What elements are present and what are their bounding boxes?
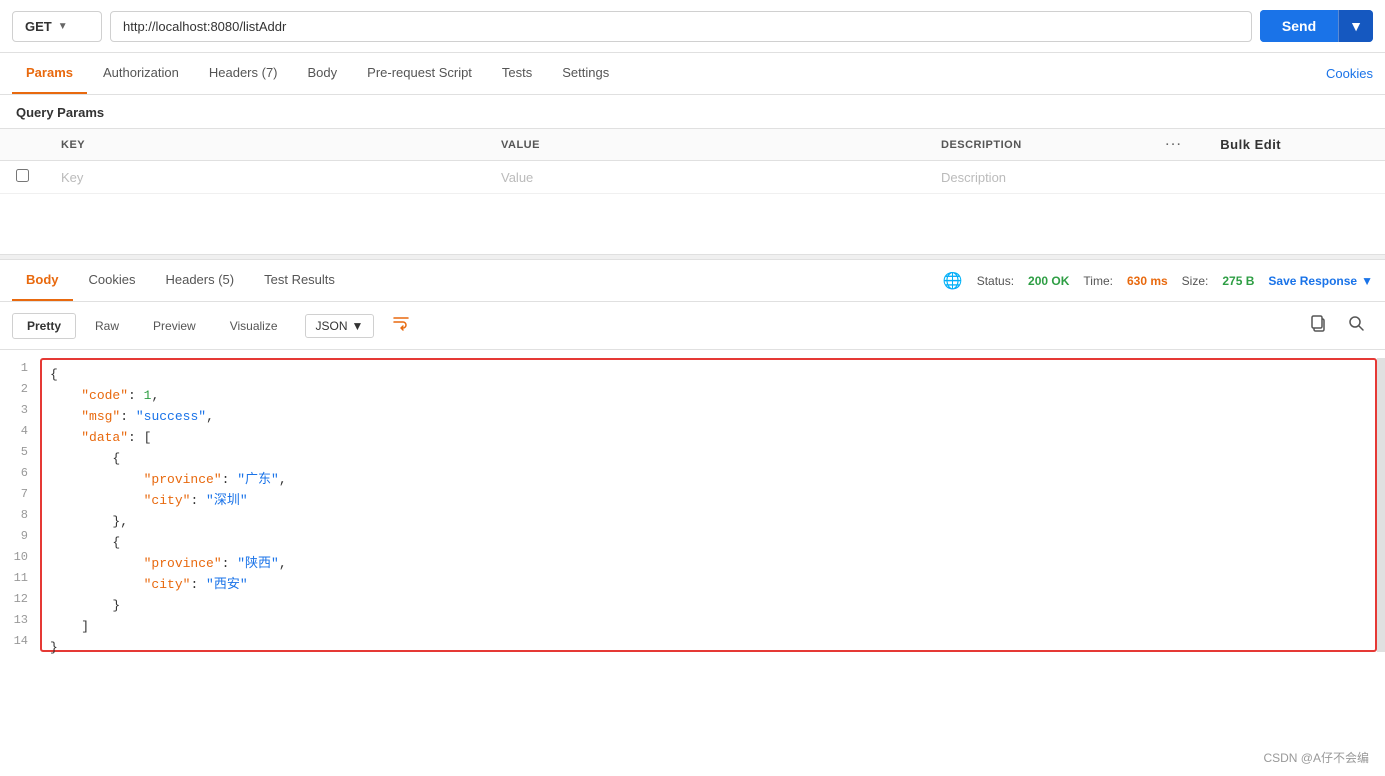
url-bar: GET ▼ Send ▼: [0, 0, 1385, 53]
tab-settings[interactable]: Settings: [548, 53, 623, 94]
bulk-edit-header[interactable]: Bulk Edit: [1204, 129, 1385, 161]
code-content: { "code": 1, "msg": "success", "data": […: [40, 358, 1377, 652]
request-empty-space: [0, 194, 1385, 254]
line-num: 13: [12, 610, 28, 631]
code-line-8: },: [50, 511, 1367, 532]
line-num: 2: [12, 379, 28, 400]
params-table: KEY VALUE DESCRIPTION ··· Bulk Edit Key …: [0, 128, 1385, 194]
cookies-link[interactable]: Cookies: [1326, 66, 1373, 81]
save-response-chevron-icon: ▼: [1361, 274, 1373, 288]
tabs-right: Cookies: [1326, 66, 1373, 81]
col-desc-header: DESCRIPTION: [925, 129, 1144, 161]
size-label: Size:: [1182, 274, 1209, 288]
watermark: CSDN @A仔不会编: [1263, 749, 1369, 766]
code-line-10: "province": "陕西",: [50, 553, 1367, 574]
line-num: 1: [12, 358, 28, 379]
send-dropdown-button[interactable]: ▼: [1338, 10, 1373, 42]
line-num: 12: [12, 589, 28, 610]
method-chevron-icon: ▼: [58, 21, 68, 32]
search-button[interactable]: [1339, 310, 1373, 341]
format-bar: Pretty Raw Preview Visualize JSON ▼: [0, 302, 1385, 350]
format-bar-right: [1301, 310, 1373, 341]
request-tabs-bar: Params Authorization Headers (7) Body Pr…: [0, 53, 1385, 95]
response-status: 🌐 Status: 200 OK Time: 630 ms Size: 275 …: [943, 271, 1373, 291]
line-num: 14: [12, 631, 28, 652]
col-actions-header: ···: [1144, 129, 1204, 161]
more-icon[interactable]: ···: [1166, 139, 1183, 151]
response-tab-test-results[interactable]: Test Results: [250, 260, 349, 301]
code-line-12: }: [50, 595, 1367, 616]
tab-tests[interactable]: Tests: [488, 53, 546, 94]
table-row: Key Value Description: [0, 161, 1385, 194]
code-line-9: {: [50, 532, 1367, 553]
format-tab-preview[interactable]: Preview: [138, 313, 211, 339]
method-selector[interactable]: GET ▼: [12, 11, 102, 42]
format-icons: [386, 310, 416, 341]
response-tab-headers[interactable]: Headers (5): [151, 260, 248, 301]
save-response-label: Save Response: [1268, 274, 1357, 288]
row-bulk: [1204, 161, 1385, 194]
url-input[interactable]: [110, 11, 1252, 42]
tab-headers[interactable]: Headers (7): [195, 53, 292, 94]
json-format-selector[interactable]: JSON ▼: [305, 314, 375, 338]
send-button-group: Send ▼: [1260, 10, 1373, 42]
line-num: 4: [12, 421, 28, 442]
format-tab-raw[interactable]: Raw: [80, 313, 134, 339]
col-value-header: VALUE: [485, 129, 925, 161]
line-num: 11: [12, 568, 28, 589]
time-value: 630 ms: [1127, 274, 1168, 288]
code-line-14: }: [50, 637, 1367, 658]
status-label: Status:: [977, 274, 1014, 288]
tab-params[interactable]: Params: [12, 53, 87, 94]
line-num: 7: [12, 484, 28, 505]
row-key[interactable]: Key: [45, 161, 485, 194]
response-tabs-bar: Body Cookies Headers (5) Test Results 🌐 …: [0, 260, 1385, 302]
line-num: 10: [12, 547, 28, 568]
status-code: 200 OK: [1028, 274, 1069, 288]
format-tab-visualize[interactable]: Visualize: [215, 313, 293, 339]
row-checkbox[interactable]: [16, 169, 29, 182]
code-line-4: "data": [: [50, 427, 1367, 448]
scrollbar[interactable]: [1377, 358, 1385, 652]
code-line-3: "msg": "success",: [50, 406, 1367, 427]
wrap-lines-icon[interactable]: [386, 310, 416, 341]
copy-button[interactable]: [1301, 310, 1335, 341]
send-button[interactable]: Send: [1260, 10, 1338, 42]
code-line-2: "code": 1,: [50, 385, 1367, 406]
code-line-6: "province": "广东",: [50, 469, 1367, 490]
format-tab-pretty[interactable]: Pretty: [12, 313, 76, 339]
response-tab-body[interactable]: Body: [12, 260, 73, 301]
row-actions: [1144, 161, 1204, 194]
save-response-button[interactable]: Save Response ▼: [1268, 274, 1373, 288]
time-label: Time:: [1083, 274, 1113, 288]
response-tab-cookies[interactable]: Cookies: [75, 260, 150, 301]
col-key-header: KEY: [45, 129, 485, 161]
code-line-1: {: [50, 364, 1367, 385]
globe-icon: 🌐: [943, 271, 963, 291]
tab-body[interactable]: Body: [294, 53, 352, 94]
line-numbers: 1 2 3 4 5 6 7 8 9 10 11 12 13 14: [0, 358, 40, 652]
json-selector-chevron-icon: ▼: [352, 319, 364, 333]
line-num: 8: [12, 505, 28, 526]
query-params-label: Query Params: [0, 95, 1385, 128]
json-selector-label: JSON: [316, 319, 348, 333]
size-value: 275 B: [1222, 274, 1254, 288]
row-value[interactable]: Value: [485, 161, 925, 194]
response-code-area: 1 2 3 4 5 6 7 8 9 10 11 12 13 14 { "code…: [0, 350, 1385, 660]
line-num: 3: [12, 400, 28, 421]
code-line-5: {: [50, 448, 1367, 469]
code-line-7: "city": "深圳": [50, 490, 1367, 511]
code-line-11: "city": "西安": [50, 574, 1367, 595]
row-check: [0, 161, 45, 194]
bulk-edit-label[interactable]: Bulk Edit: [1220, 137, 1281, 152]
line-num: 6: [12, 463, 28, 484]
line-num: 5: [12, 442, 28, 463]
tab-pre-request[interactable]: Pre-request Script: [353, 53, 486, 94]
line-num: 9: [12, 526, 28, 547]
col-check-header: [0, 129, 45, 161]
tab-authorization[interactable]: Authorization: [89, 53, 193, 94]
method-label: GET: [25, 19, 52, 34]
code-line-13: ]: [50, 616, 1367, 637]
row-description[interactable]: Description: [925, 161, 1144, 194]
